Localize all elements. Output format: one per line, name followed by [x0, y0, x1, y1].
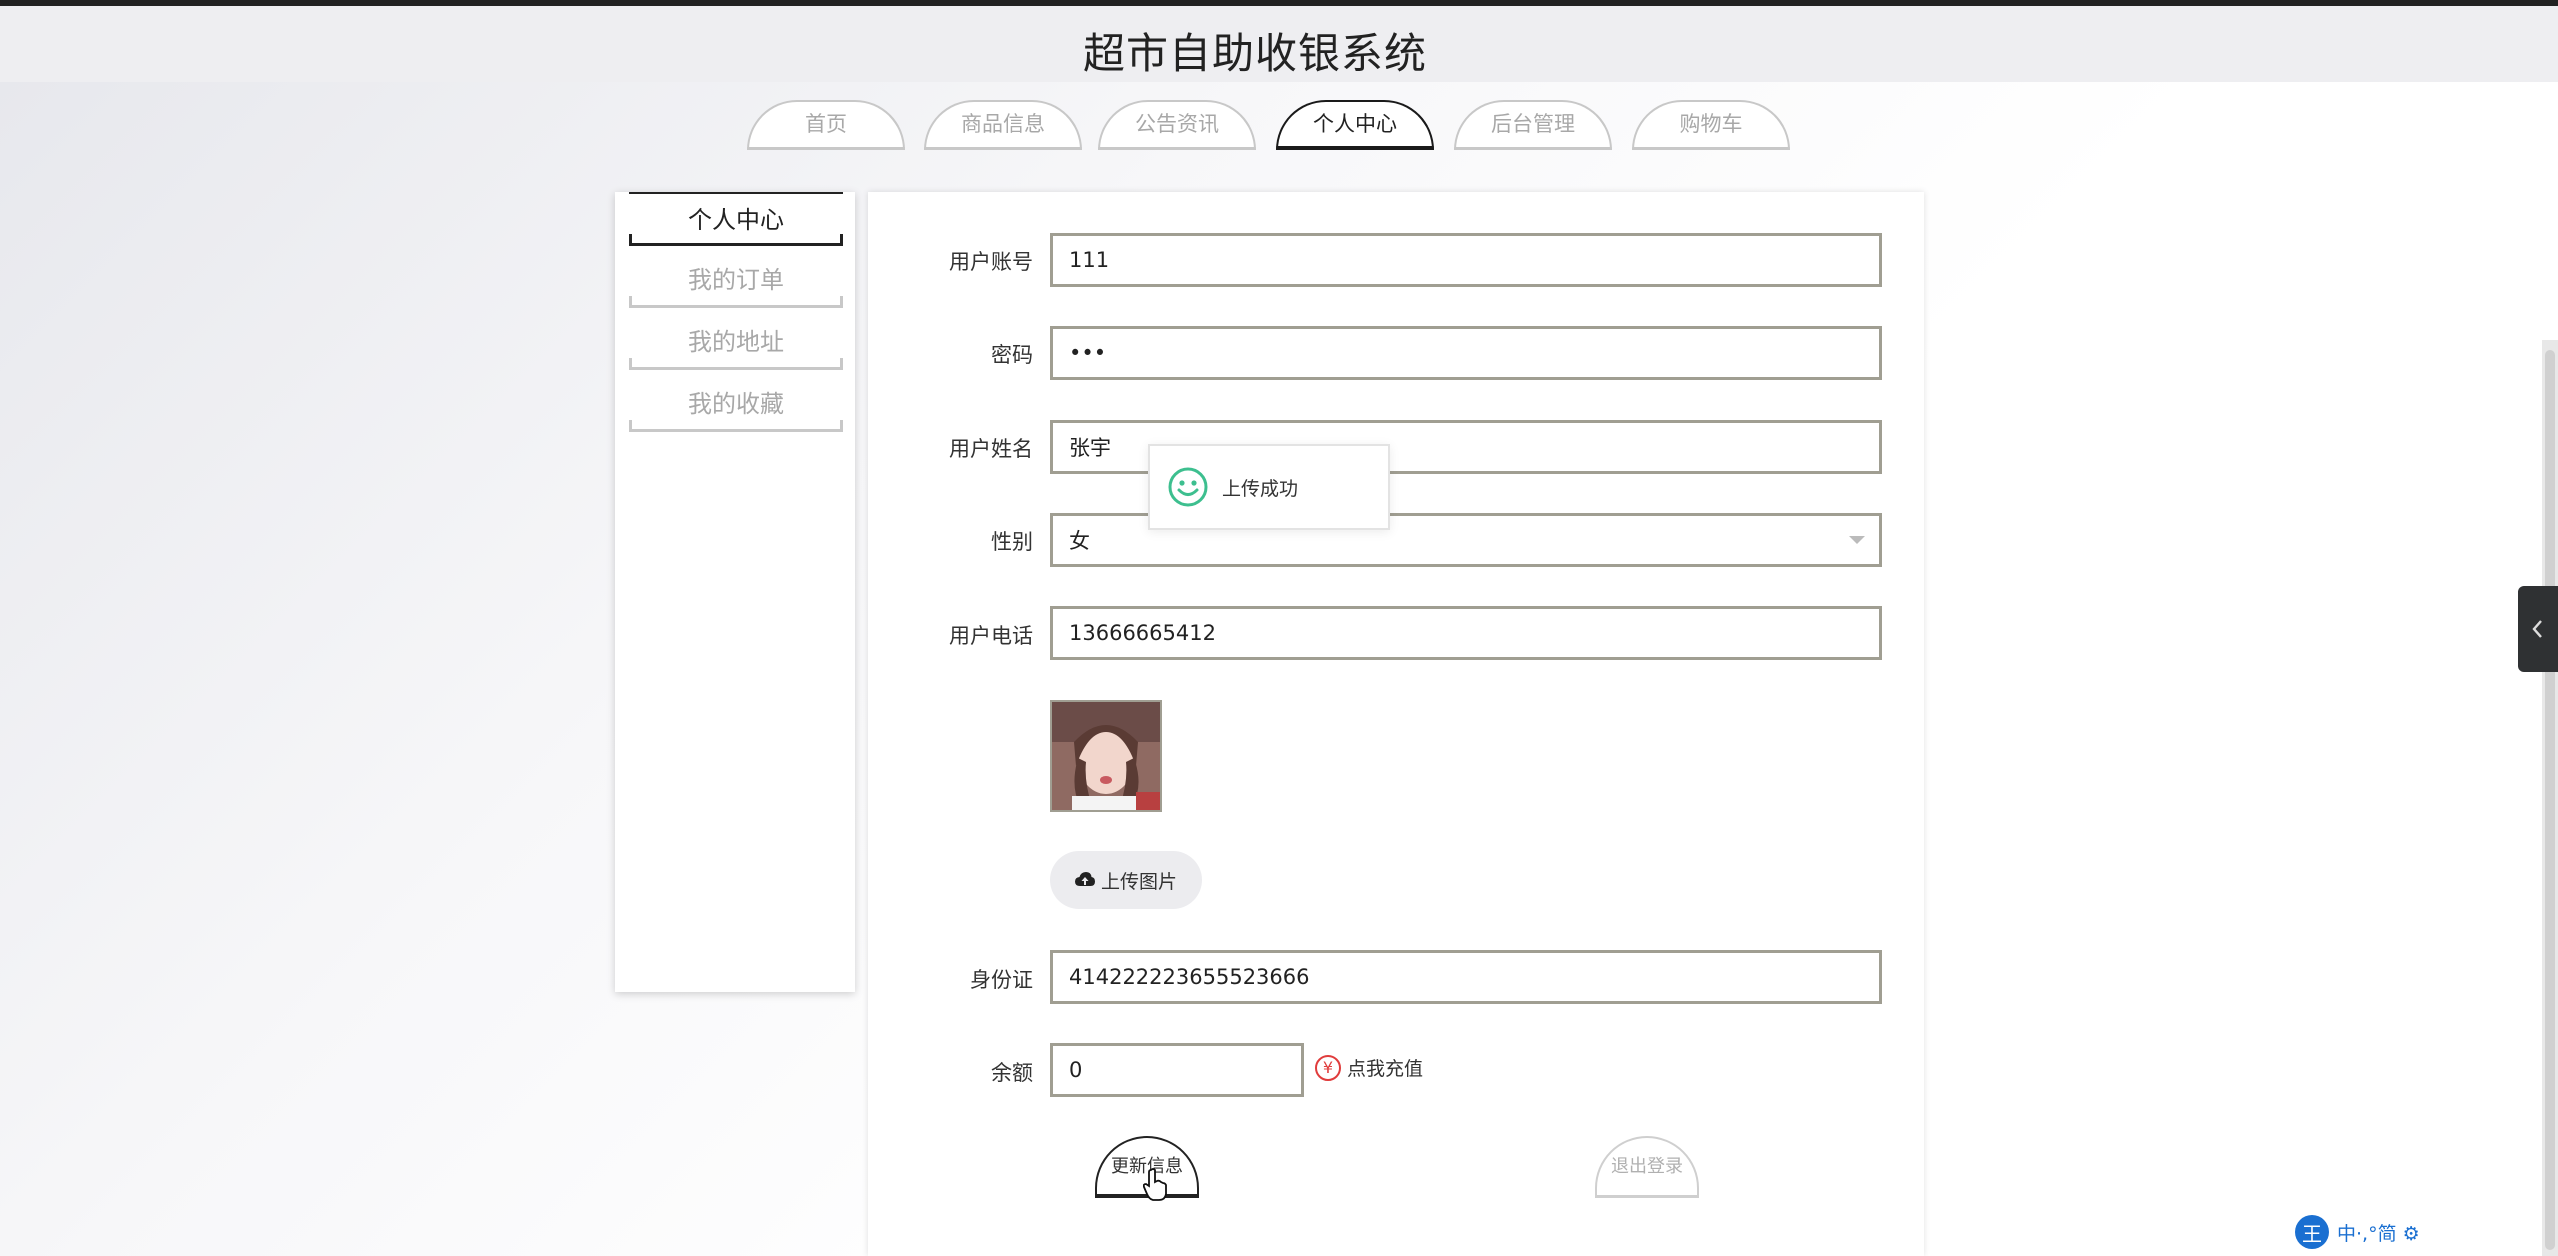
- balance-input[interactable]: 0: [1050, 1043, 1304, 1097]
- upload-image-button[interactable]: 上传图片: [1050, 851, 1202, 909]
- sidebar-item-personal-center[interactable]: 个人中心: [629, 192, 843, 246]
- ime-status-text: 中·,°简 ⚙: [2337, 1222, 2420, 1245]
- nav-tab-news[interactable]: 公告资讯: [1098, 100, 1256, 150]
- yen-icon: ¥: [1315, 1054, 1341, 1081]
- balance-value: 0: [1069, 1058, 1083, 1082]
- account-value: 111: [1069, 248, 1110, 272]
- cloud-upload-icon: [1074, 872, 1095, 886]
- chevron-left-icon: [2532, 620, 2542, 638]
- id-card-label: 身份证: [970, 968, 1033, 992]
- ime-toolbar[interactable]: 王 中·,°简 ⚙: [2295, 1212, 2545, 1252]
- hand-cursor-icon: [1143, 1168, 1167, 1201]
- sidebar-item-my-favorites[interactable]: 我的收藏: [629, 378, 843, 432]
- name-label: 用户姓名: [949, 437, 1033, 461]
- site-title: 超市自助收银系统: [1082, 29, 1427, 78]
- upload-success-toast: 上传成功: [1148, 444, 1390, 530]
- phone-label: 用户电话: [949, 624, 1033, 648]
- id-card-input[interactable]: 414222223655523666: [1050, 950, 1882, 1004]
- nav-tab-products[interactable]: 商品信息: [924, 100, 1082, 150]
- recharge-label: 点我充值: [1347, 1058, 1424, 1080]
- toast-message: 上传成功: [1222, 477, 1299, 500]
- smile-icon: [1168, 467, 1208, 507]
- sidebar-item-my-orders[interactable]: 我的订单: [629, 254, 843, 308]
- nav-tab-personal-center[interactable]: 个人中心: [1276, 100, 1434, 150]
- password-input[interactable]: •••: [1050, 326, 1882, 380]
- header-bar: 超市自助收银系统: [0, 6, 2558, 82]
- recharge-link[interactable]: ¥ 点我充值: [1315, 1054, 1423, 1081]
- password-value: •••: [1069, 341, 1107, 365]
- gender-label: 性别: [991, 530, 1033, 554]
- name-value: 张宇: [1069, 436, 1111, 460]
- page-scrollbar-thumb[interactable]: [2545, 350, 2555, 1250]
- phone-value: 13666665412: [1069, 621, 1216, 645]
- ime-badge: 王: [2295, 1215, 2329, 1249]
- upload-image-label: 上传图片: [1100, 870, 1177, 893]
- sidebar-item-my-address[interactable]: 我的地址: [629, 316, 843, 370]
- chevron-down-icon: [1849, 536, 1865, 544]
- nav-tab-home[interactable]: 首页: [747, 100, 905, 150]
- id-card-value: 414222223655523666: [1069, 965, 1310, 989]
- nav-tab-cart[interactable]: 购物车: [1632, 100, 1790, 150]
- nav-tab-admin[interactable]: 后台管理: [1454, 100, 1612, 150]
- side-panel-toggle[interactable]: [2518, 586, 2558, 672]
- avatar-image: [1052, 702, 1160, 810]
- password-label: 密码: [991, 343, 1033, 367]
- phone-input[interactable]: 13666665412: [1050, 606, 1882, 660]
- gender-value: 女: [1069, 529, 1090, 553]
- sidebar: 个人中心 我的订单 我的地址 我的收藏: [615, 192, 855, 992]
- account-label: 用户账号: [949, 250, 1033, 274]
- balance-label: 余额: [991, 1061, 1033, 1085]
- account-input[interactable]: 111: [1050, 233, 1882, 287]
- avatar-preview: [1050, 700, 1162, 812]
